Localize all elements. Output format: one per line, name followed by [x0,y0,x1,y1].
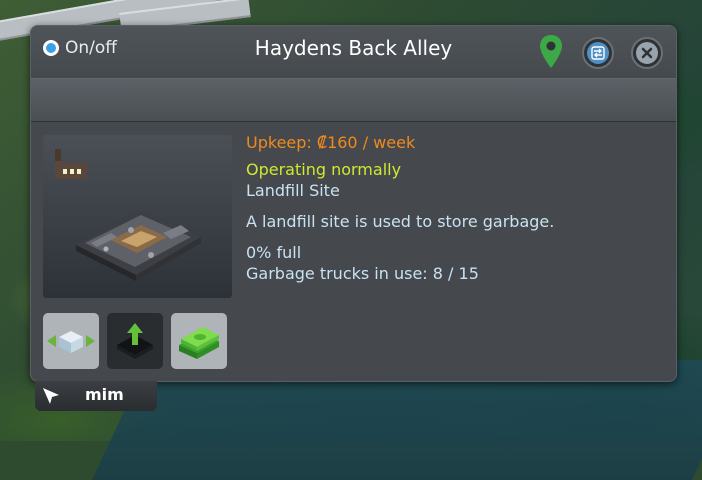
move-building-icon [47,331,95,353]
garbage-trucks-count: Garbage trucks in use: 8 / 15 [246,264,479,283]
player-name: mim [85,385,124,404]
upgrade-button[interactable] [107,313,163,369]
player-name-tag[interactable]: mim [35,381,157,411]
upgrade-icon [117,323,153,359]
building-name[interactable]: Haydens Back Alley [31,36,676,60]
move-building-button[interactable] [43,313,99,369]
building-actions [43,313,227,369]
operating-status: Operating normally [246,160,402,179]
panel-header[interactable]: On/off Haydens Back Alley [31,26,676,76]
budget-money-icon [179,327,219,359]
fill-level: 0% full [246,243,302,262]
swap-icon [587,42,609,64]
close-icon [636,42,658,64]
location-pin-icon[interactable] [539,34,563,70]
building-thumbnail [43,135,232,298]
swap-view-button[interactable] [582,37,614,69]
close-button[interactable] [631,37,663,69]
upkeep-cost: Upkeep: ₡160 / week [246,133,416,152]
building-description: A landfill site is used to store garbage… [246,212,555,231]
budget-button[interactable] [171,313,227,369]
building-type: Landfill Site [246,181,340,200]
landfill-model-image [76,210,201,281]
cursor-arrow-icon [43,388,59,404]
building-info: Upkeep: ₡160 / week Operating normally L… [246,132,554,284]
building-info-panel: On/off Haydens Back Alley Upkeep: ₡160 /… [30,25,677,382]
stats-bar [31,78,676,122]
